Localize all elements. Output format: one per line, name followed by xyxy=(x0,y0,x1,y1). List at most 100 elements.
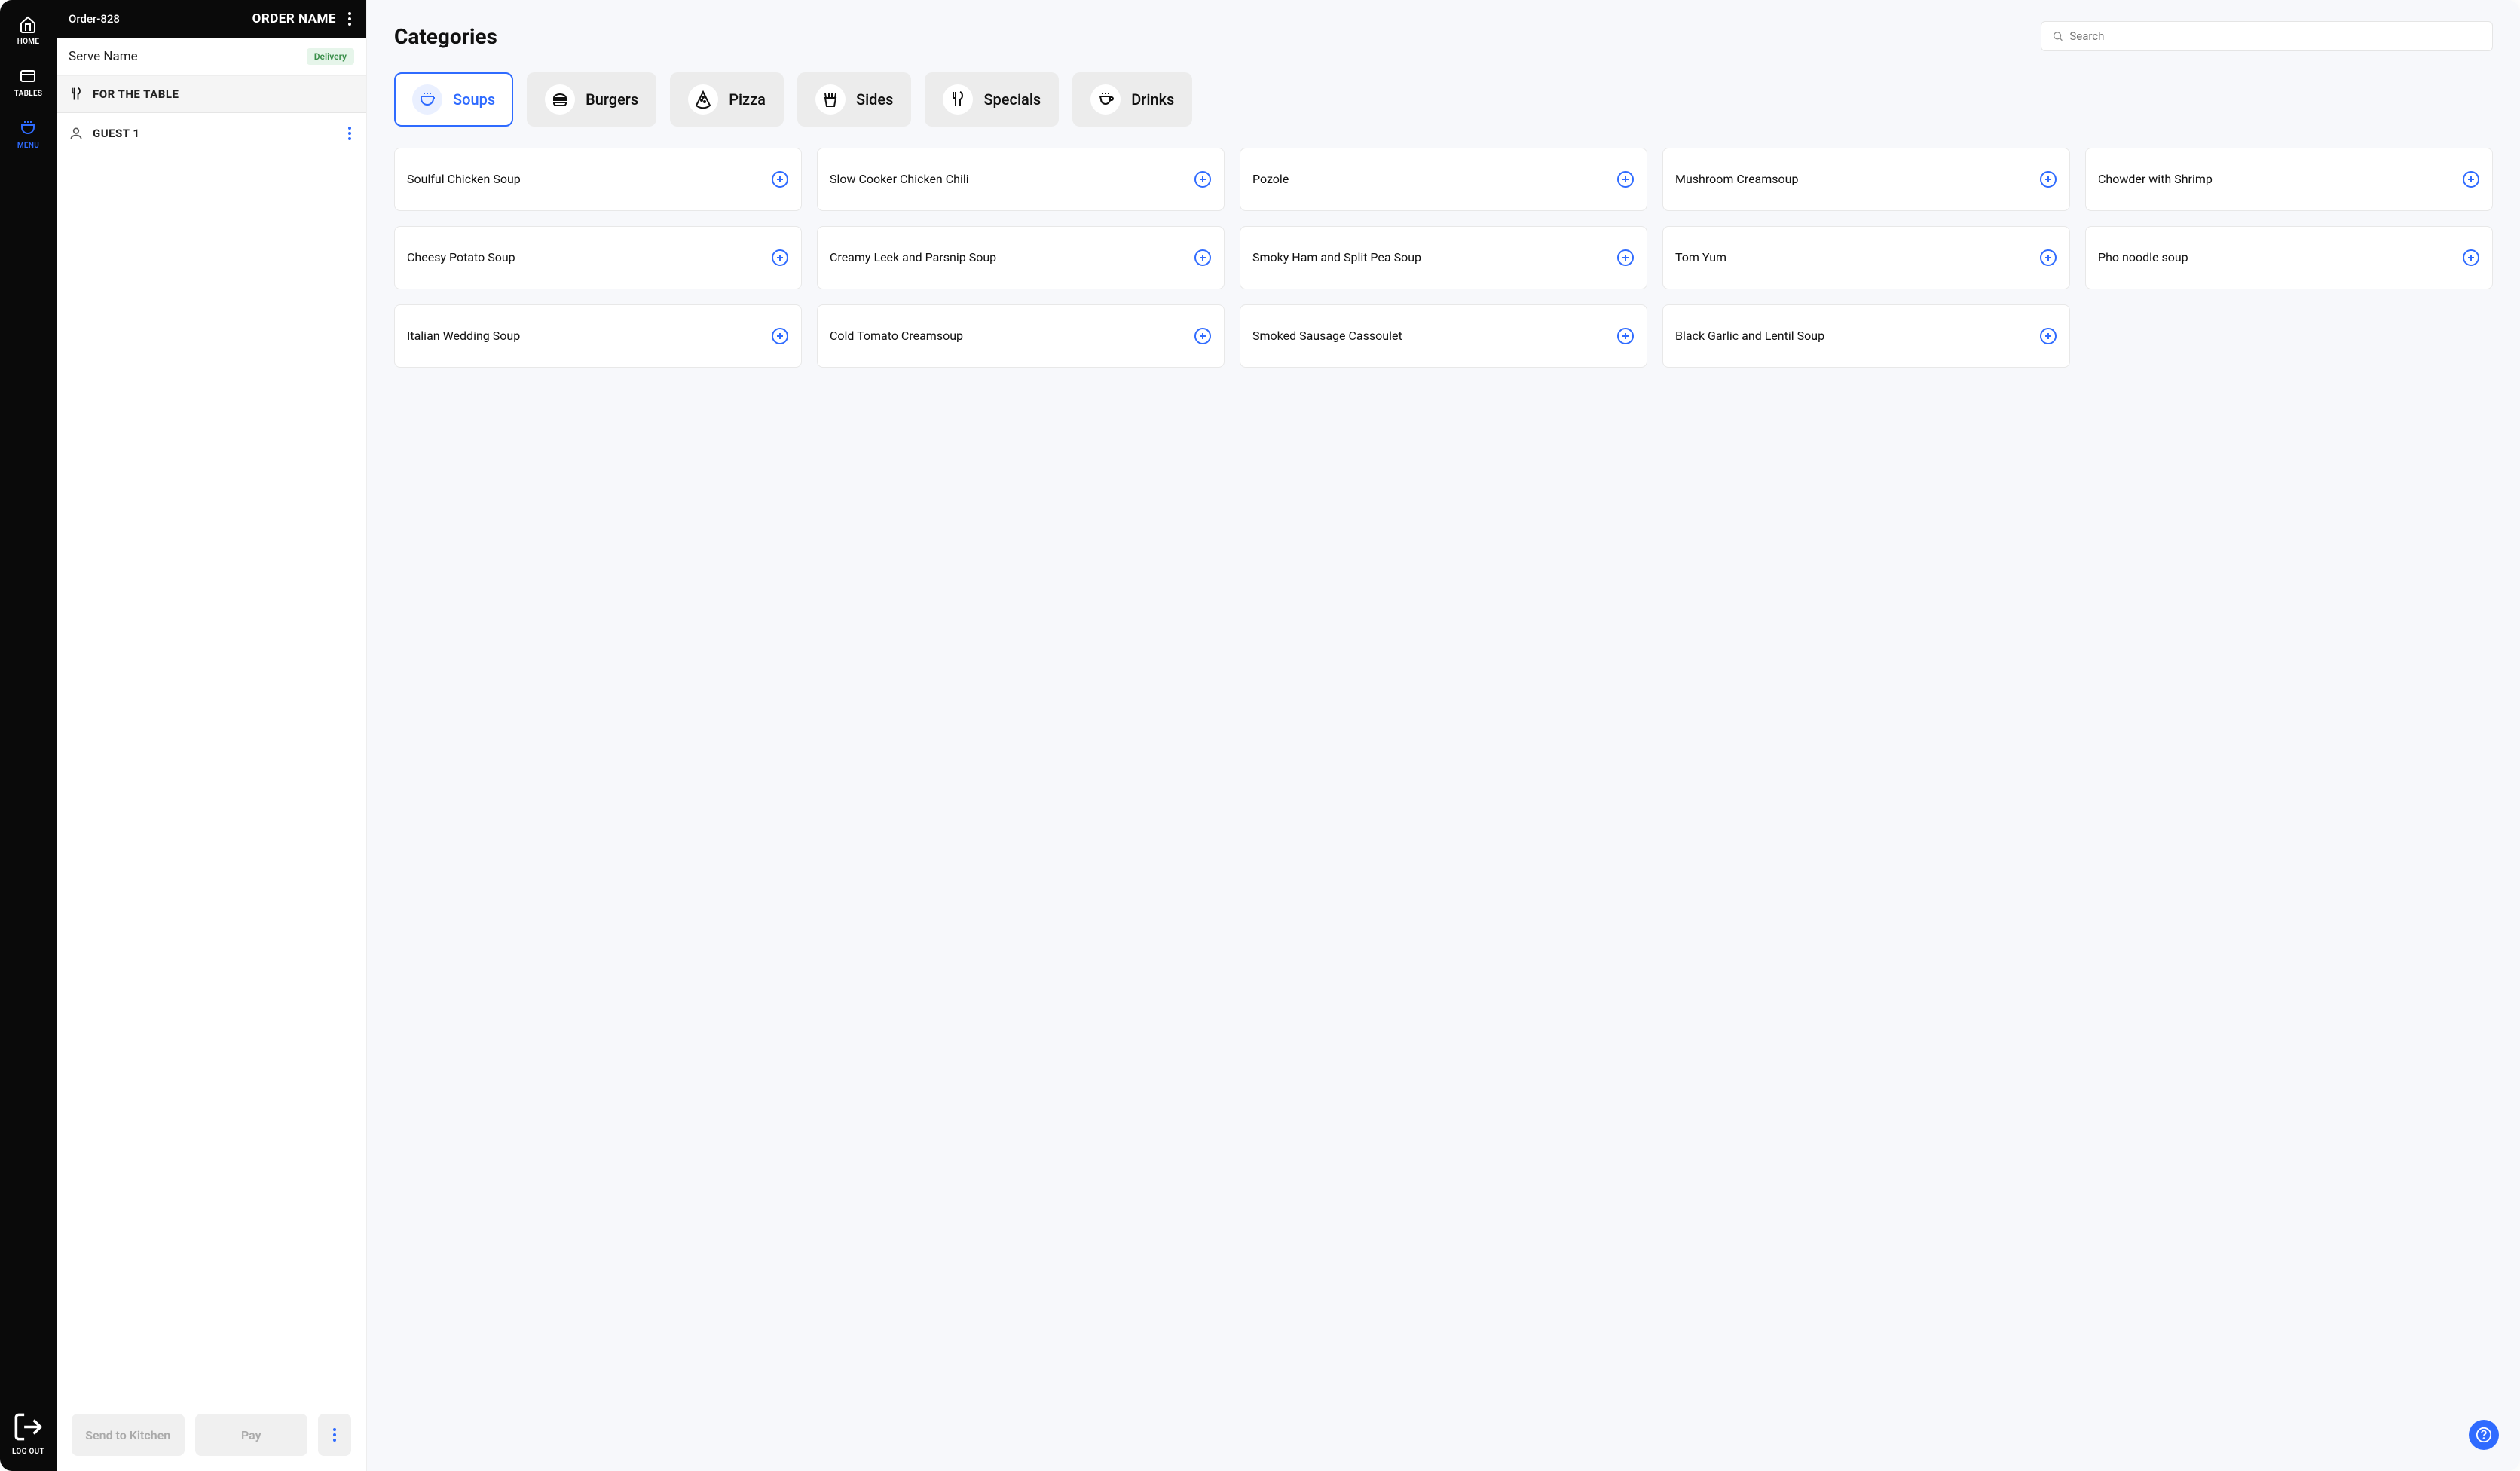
add-icon[interactable] xyxy=(771,249,789,267)
menu-item[interactable]: Cheesy Potato Soup xyxy=(394,226,802,289)
menu-item[interactable]: Italian Wedding Soup xyxy=(394,304,802,368)
nav-menu[interactable]: MENU xyxy=(17,119,39,150)
cup-icon xyxy=(1090,84,1121,115)
nav-menu-label: MENU xyxy=(17,142,39,150)
nav-tables[interactable]: TABLES xyxy=(14,67,43,98)
nav-logout[interactable]: LOG OUT xyxy=(12,1411,44,1456)
order-actions: Send to Kitchen Pay xyxy=(57,1399,366,1471)
fries-icon xyxy=(815,84,846,115)
order-panel: Order-828 ORDER NAME Serve Name Delivery… xyxy=(57,0,367,1471)
category-label: Drinks xyxy=(1131,90,1174,109)
pot-icon xyxy=(412,84,442,115)
menu-item[interactable]: Slow Cooker Chicken Chili xyxy=(817,148,1225,211)
sidebar: HOME TABLES MENU LOG OUT xyxy=(0,0,57,1471)
pay-button[interactable]: Pay xyxy=(195,1414,308,1456)
category-label: Specials xyxy=(983,90,1041,109)
nav-logout-label: LOG OUT xyxy=(12,1448,44,1456)
person-icon xyxy=(69,126,84,141)
for-table-label: FOR THE TABLE xyxy=(93,87,179,101)
guest-menu-button[interactable] xyxy=(345,124,354,143)
menu-item[interactable]: Chowder with Shrimp xyxy=(2085,148,2493,211)
for-table-section[interactable]: FOR THE TABLE xyxy=(57,76,366,113)
category-label: Burgers xyxy=(586,90,638,109)
menu-item[interactable]: Cold Tomato Creamsoup xyxy=(817,304,1225,368)
menu-item[interactable]: Black Garlic and Lentil Soup xyxy=(1662,304,2070,368)
serve-row: Serve Name Delivery xyxy=(57,38,366,76)
menu-item[interactable]: Tom Yum xyxy=(1662,226,2070,289)
menu-item-name: Black Garlic and Lentil Soup xyxy=(1675,328,1832,344)
menu-item-name: Cold Tomato Creamsoup xyxy=(830,328,971,344)
utensils-icon xyxy=(69,87,84,102)
menu-item-name: Pho noodle soup xyxy=(2098,249,2196,266)
nav-home-label: HOME xyxy=(17,38,40,46)
menu-icon xyxy=(19,119,37,137)
tables-icon xyxy=(19,67,37,85)
menu-item-name: Soulful Chicken Soup xyxy=(407,171,528,188)
send-kitchen-button[interactable]: Send to Kitchen xyxy=(72,1414,185,1456)
menu-item-name: Tom Yum xyxy=(1675,249,1734,266)
menu-item[interactable]: Smoky Ham and Split Pea Soup xyxy=(1240,226,1647,289)
category-specials[interactable]: Specials xyxy=(925,72,1059,127)
menu-item[interactable]: Smoked Sausage Cassoulet xyxy=(1240,304,1647,368)
add-icon[interactable] xyxy=(771,327,789,345)
category-sides[interactable]: Sides xyxy=(797,72,911,127)
guest-label: GUEST 1 xyxy=(93,127,140,140)
category-drinks[interactable]: Drinks xyxy=(1072,72,1192,127)
menu-item-name: Smoked Sausage Cassoulet xyxy=(1252,328,1410,344)
add-icon[interactable] xyxy=(2039,327,2057,345)
menu-item[interactable]: Soulful Chicken Soup xyxy=(394,148,802,211)
order-name-label: ORDER NAME xyxy=(252,11,336,26)
add-icon[interactable] xyxy=(771,170,789,188)
menu-item[interactable]: Creamy Leek and Parsnip Soup xyxy=(817,226,1225,289)
add-icon[interactable] xyxy=(1616,327,1635,345)
category-label: Sides xyxy=(856,90,893,109)
add-icon[interactable] xyxy=(2039,170,2057,188)
category-label: Pizza xyxy=(729,90,766,109)
logout-icon xyxy=(12,1411,44,1443)
menu-item-name: Chowder with Shrimp xyxy=(2098,171,2220,188)
serve-name: Serve Name xyxy=(69,49,138,64)
guest-row[interactable]: GUEST 1 xyxy=(57,113,366,154)
search-box[interactable] xyxy=(2041,21,2493,51)
utensils-icon xyxy=(943,84,973,115)
menu-item-name: Slow Cooker Chicken Chili xyxy=(830,171,977,188)
add-icon[interactable] xyxy=(2462,249,2480,267)
add-icon[interactable] xyxy=(1616,249,1635,267)
order-more-button[interactable] xyxy=(318,1414,351,1456)
main-content: Categories Soups Burgers Pizza Sides Special… xyxy=(367,0,2520,1471)
order-id: Order-828 xyxy=(69,12,120,26)
add-icon[interactable] xyxy=(1616,170,1635,188)
help-button[interactable] xyxy=(2469,1420,2499,1450)
pizza-icon xyxy=(688,84,718,115)
nav-home[interactable]: HOME xyxy=(17,15,40,46)
delivery-badge: Delivery xyxy=(307,48,354,65)
home-icon xyxy=(19,15,37,33)
menu-item-name: Italian Wedding Soup xyxy=(407,328,528,344)
category-soups[interactable]: Soups xyxy=(394,72,513,127)
menu-item[interactable]: Pozole xyxy=(1240,148,1647,211)
add-icon[interactable] xyxy=(1194,327,1212,345)
menu-item-name: Pozole xyxy=(1252,171,1296,188)
menu-items-grid: Soulful Chicken Soup Slow Cooker Chicken … xyxy=(394,148,2493,368)
category-label: Soups xyxy=(453,90,495,109)
category-tabs: Soups Burgers Pizza Sides Specials Drinks xyxy=(394,72,2493,127)
add-icon[interactable] xyxy=(2462,170,2480,188)
menu-item-name: Creamy Leek and Parsnip Soup xyxy=(830,249,1004,266)
order-header: Order-828 ORDER NAME xyxy=(57,0,366,38)
menu-item[interactable]: Mushroom Creamsoup xyxy=(1662,148,2070,211)
burger-icon xyxy=(545,84,575,115)
order-menu-button[interactable] xyxy=(345,9,354,29)
add-icon[interactable] xyxy=(1194,249,1212,267)
menu-item[interactable]: Pho noodle soup xyxy=(2085,226,2493,289)
search-input[interactable] xyxy=(2069,29,2482,43)
add-icon[interactable] xyxy=(2039,249,2057,267)
menu-item-name: Mushroom Creamsoup xyxy=(1675,171,1806,188)
nav-tables-label: TABLES xyxy=(14,90,43,98)
menu-item-name: Smoky Ham and Split Pea Soup xyxy=(1252,249,1429,266)
page-title: Categories xyxy=(394,24,497,49)
add-icon[interactable] xyxy=(1194,170,1212,188)
category-burgers[interactable]: Burgers xyxy=(527,72,656,127)
help-icon xyxy=(2476,1427,2492,1443)
category-pizza[interactable]: Pizza xyxy=(670,72,784,127)
menu-item-name: Cheesy Potato Soup xyxy=(407,249,523,266)
